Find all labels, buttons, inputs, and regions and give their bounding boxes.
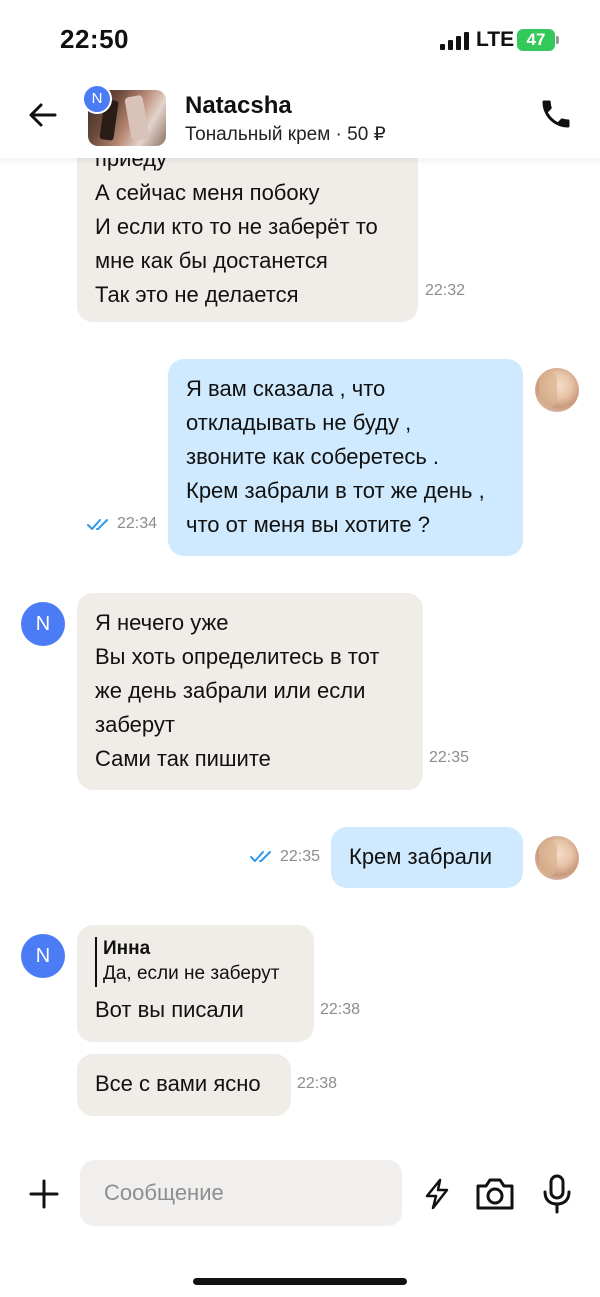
message-text: Я вам сказала , что откладывать не буду … xyxy=(186,376,485,537)
status-time: 22:50 xyxy=(60,24,129,54)
my-avatar xyxy=(535,836,579,880)
home-indicator xyxy=(193,1278,407,1285)
reply-author: Инна xyxy=(103,938,151,959)
reply-quote[interactable]: Инна Да, если не заберут xyxy=(95,937,296,987)
message-bubble-incoming[interactable]: приеду А сейчас меня побоку И если кто т… xyxy=(77,158,418,322)
signal-icon xyxy=(440,32,470,50)
contact-avatar: N xyxy=(21,602,65,646)
message-time: 22:32 xyxy=(425,282,466,299)
message-time: 22:34 xyxy=(117,515,158,532)
message-time: 22:35 xyxy=(280,848,321,865)
message-bubble-outgoing[interactable]: Я вам сказала , что откладывать не буду … xyxy=(168,359,523,556)
listing-title[interactable]: Тональный крем · 50 ₽ xyxy=(185,123,386,146)
read-check-icon xyxy=(250,851,271,862)
arrow-left-icon[interactable] xyxy=(26,98,60,132)
read-check-icon xyxy=(87,519,108,530)
message-time: 22:38 xyxy=(320,1001,361,1018)
battery-icon: 47 xyxy=(517,29,555,51)
battery-tip xyxy=(556,36,559,44)
message-bubble-outgoing[interactable]: Крем забрали xyxy=(331,827,523,888)
message-text: Все с вами ясно xyxy=(95,1071,261,1096)
contact-name[interactable]: Natacsha xyxy=(185,92,292,120)
contact-avatar: N xyxy=(21,934,65,978)
microphone-icon[interactable] xyxy=(542,1174,572,1214)
contact-avatar: N xyxy=(82,84,112,114)
camera-icon[interactable] xyxy=(474,1176,516,1212)
message-time: 22:35 xyxy=(429,749,470,766)
message-time: 22:38 xyxy=(297,1075,338,1092)
message-text: Я нечего уже Вы хоть определитесь в тот … xyxy=(95,610,380,771)
message-list[interactable]: приеду А сейчас меня побоку И если кто т… xyxy=(0,158,600,1140)
plus-icon[interactable] xyxy=(28,1178,60,1210)
message-bubble-incoming[interactable]: Инна Да, если не заберут Вот вы писали xyxy=(77,925,314,1042)
status-bar: 22:50 LTE 47 xyxy=(0,0,600,80)
my-avatar xyxy=(535,368,579,412)
bolt-icon[interactable] xyxy=(422,1178,452,1210)
message-text: приеду А сейчас меня побоку И если кто т… xyxy=(95,158,378,307)
message-text: Крем забрали xyxy=(349,844,493,869)
message-input[interactable] xyxy=(80,1160,402,1226)
composer xyxy=(0,1140,600,1297)
message-text: Вот вы писали xyxy=(95,997,244,1022)
message-bubble-incoming[interactable]: Все с вами ясно xyxy=(77,1054,291,1116)
network-label: LTE xyxy=(476,28,515,51)
phone-icon[interactable] xyxy=(538,96,574,132)
message-bubble-incoming[interactable]: Я нечего уже Вы хоть определитесь в тот … xyxy=(77,593,423,790)
chat-header: N Natacsha Тональный крем · 50 ₽ xyxy=(0,80,600,158)
reply-text: Да, если не заберут xyxy=(103,963,280,984)
